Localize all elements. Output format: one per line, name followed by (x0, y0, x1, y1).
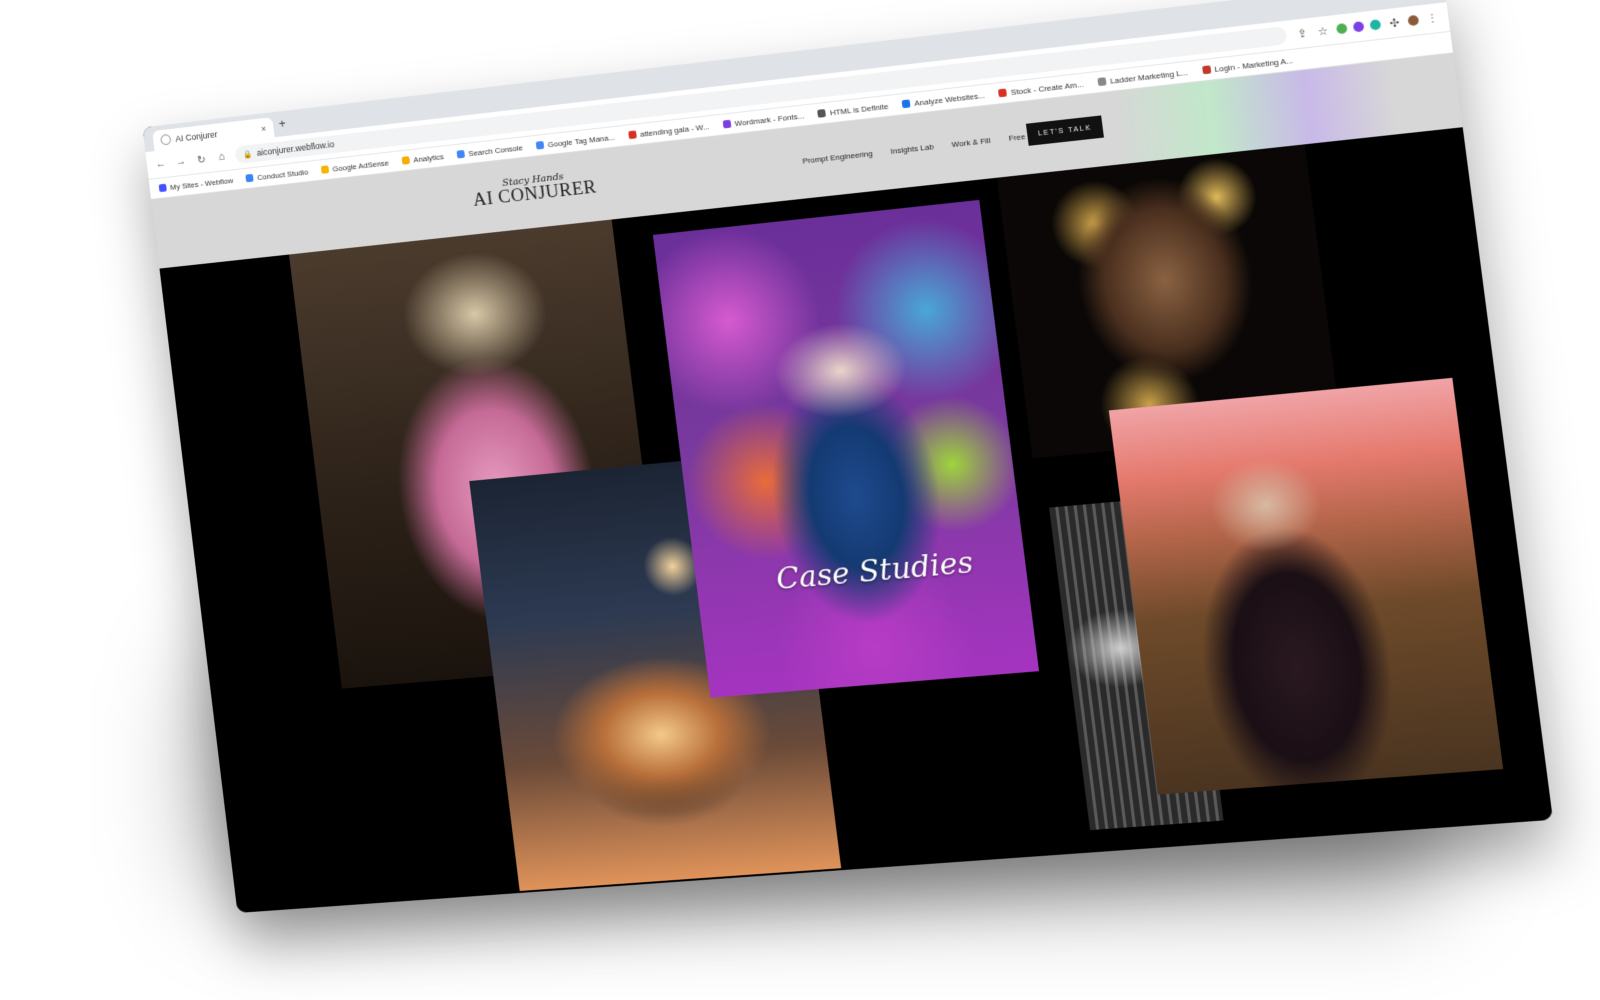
bookmark-label: Google AdSense (332, 158, 389, 173)
bookmark-favicon-icon (902, 99, 911, 108)
bookmark-favicon-icon (998, 88, 1007, 97)
bookmark-label: Ladder Marketing L... (1109, 67, 1188, 85)
bookmark-favicon-icon (402, 156, 411, 165)
woman-field-sunset-image (1109, 378, 1503, 795)
perspective-stage: AI Conjurer × + ⌄ — ☐ ✕ ← → ↻ ⌂ 🔒 aiconj… (0, 0, 1600, 1000)
bookmark-item[interactable]: attending gala - W... (628, 122, 710, 140)
extension-icon[interactable] (1353, 21, 1365, 32)
site-logo[interactable]: Stacy Hands AI CONJURER (471, 168, 598, 212)
new-tab-button[interactable]: + (278, 116, 287, 131)
share-icon[interactable]: ⇪ (1294, 26, 1310, 41)
bookmark-label: Search Console (468, 143, 523, 158)
close-tab-icon[interactable]: × (261, 123, 267, 133)
bookmark-label: HTML is Definite (829, 101, 889, 117)
bookmark-label: Analyze Websites... (914, 90, 986, 107)
bookmark-item[interactable]: My Sites - Webflow (159, 176, 234, 193)
url-text: aiconjurer.webflow.io (256, 139, 335, 157)
nav-link-insights-lab[interactable]: Insights Lab (890, 142, 934, 156)
bookmark-favicon-icon (321, 165, 329, 174)
bookmark-item[interactable]: Google Tag Mana... (536, 132, 616, 150)
bookmark-item[interactable]: Search Console (456, 143, 523, 159)
bookmark-label: Stock - Create Am... (1010, 79, 1084, 96)
bookmark-favicon-icon (536, 141, 545, 150)
extension-icon[interactable] (1336, 23, 1348, 34)
puzzle-icon[interactable]: ✣ (1386, 15, 1402, 30)
home-icon[interactable]: ⌂ (214, 151, 228, 164)
bookmark-label: attending gala - W... (639, 122, 709, 139)
bookmark-label: Analytics (413, 152, 444, 164)
bookmark-favicon-icon (628, 130, 637, 139)
star-icon[interactable]: ☆ (1315, 23, 1331, 38)
back-icon[interactable]: ← (154, 158, 168, 171)
bookmark-label: Wordmark - Fonts... (734, 111, 805, 128)
bookmark-label: Login - Marketing A... (1214, 55, 1294, 73)
site-nav: Prompt Engineering Insights Lab Work & F… (802, 130, 1045, 166)
bookmark-favicon-icon (246, 174, 254, 183)
bookmark-label: My Sites - Webflow (170, 176, 234, 192)
bookmark-item[interactable]: Analyze Websites... (902, 90, 986, 108)
bookmark-item[interactable]: Analytics (402, 152, 445, 165)
lets-talk-button[interactable]: LET'S TALK (1026, 115, 1104, 145)
bookmark-item[interactable]: HTML is Definite (817, 101, 888, 118)
bookmark-favicon-icon (1097, 77, 1106, 86)
extension-icon[interactable] (1369, 19, 1381, 30)
globe-icon (160, 134, 171, 146)
bookmark-favicon-icon (817, 109, 826, 118)
bookmark-favicon-icon (1202, 65, 1211, 74)
lock-icon: 🔒 (242, 149, 252, 159)
browser-window: AI Conjurer × + ⌄ — ☐ ✕ ← → ↻ ⌂ 🔒 aiconj… (142, 0, 1553, 913)
bookmark-label: Conduct Studio (257, 167, 309, 181)
hero-collage: Case Studies (159, 127, 1552, 913)
bookmark-favicon-icon (722, 120, 731, 129)
bookmark-item[interactable]: Wordmark - Fonts... (722, 111, 804, 129)
bookmark-item[interactable]: Conduct Studio (246, 167, 309, 183)
nav-link-work-fill[interactable]: Work & Fill (951, 136, 991, 149)
bookmark-favicon-icon (159, 184, 167, 192)
bookmark-item[interactable]: Google AdSense (321, 158, 390, 174)
bookmark-item[interactable]: Stock - Create Am... (998, 79, 1084, 98)
reload-icon[interactable]: ↻ (194, 152, 208, 166)
man-throne-colorful-crowd-image (653, 200, 1039, 698)
forward-icon[interactable]: → (174, 155, 188, 168)
nav-link-prompt-engineering[interactable]: Prompt Engineering (802, 149, 873, 166)
more-menu-icon[interactable]: ⋮ (1424, 11, 1441, 26)
bookmark-favicon-icon (457, 150, 466, 159)
avatar[interactable] (1407, 15, 1419, 26)
bookmark-label: Google Tag Mana... (547, 132, 615, 148)
